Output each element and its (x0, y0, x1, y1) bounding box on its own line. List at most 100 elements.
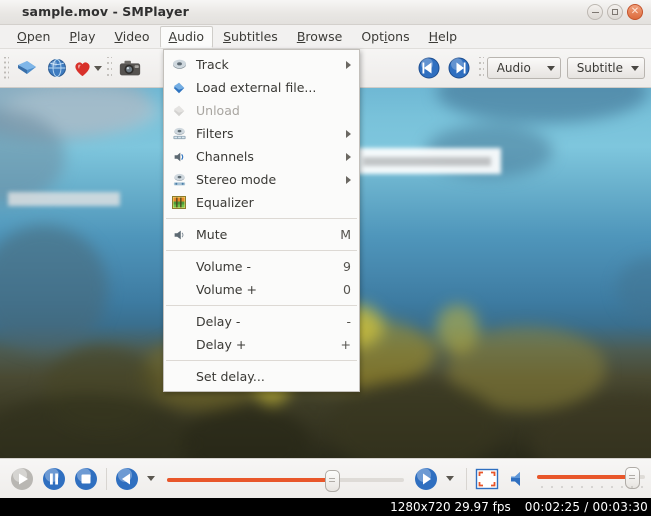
menu-item-label: Load external file... (196, 80, 317, 95)
menu-item-label: Filters (196, 126, 234, 141)
forward-icon (415, 467, 437, 490)
menu-item-label: Delay - (196, 314, 241, 329)
menu-open[interactable]: Open (8, 26, 59, 47)
previous-chapter-icon (418, 57, 440, 79)
rewind-button[interactable] (111, 463, 143, 495)
menu-item-filters[interactable]: Filters (164, 122, 359, 145)
seek-thumb[interactable] (324, 469, 340, 492)
next-chapter-icon (448, 57, 470, 79)
menu-separator (166, 305, 357, 306)
favorites-button[interactable] (72, 53, 102, 83)
next-chapter-button[interactable] (444, 53, 474, 83)
menu-item-delay-up[interactable]: Delay + + (164, 333, 359, 356)
menu-bar: Open Play Video Audio Subtitles Browse O… (0, 25, 651, 49)
menu-separator (166, 360, 357, 361)
menu-item-unload: Unload (164, 99, 359, 122)
minimize-button[interactable] (587, 4, 603, 20)
menu-item-accel: 9 (343, 259, 351, 274)
volume-ticks (537, 484, 645, 489)
menu-item-accel: M (340, 227, 351, 242)
no-icon (170, 282, 188, 298)
volume-slider[interactable] (535, 466, 647, 492)
menu-audio[interactable]: Audio (159, 25, 214, 48)
controls-separator-2 (466, 467, 467, 490)
chevron-down-icon (631, 65, 639, 71)
menu-item-label: Track (196, 57, 229, 72)
menu-item-mute[interactable]: Mute M (164, 223, 359, 246)
toolbar-separator-1 (105, 57, 112, 79)
menu-item-track[interactable]: Track (164, 53, 359, 76)
toolbar-drag-handle[interactable] (2, 57, 9, 79)
menu-help[interactable]: Help (420, 26, 467, 47)
no-icon (170, 337, 188, 353)
no-icon (170, 369, 188, 385)
no-icon (170, 259, 188, 275)
menu-item-label: Unload (196, 103, 240, 118)
fullscreen-icon (475, 468, 499, 489)
chevron-down-icon (546, 65, 555, 71)
smplayer-window: sample.mov - SMPlayer ✕ Open Play Video … (0, 0, 651, 516)
open-file-icon (18, 61, 36, 74)
previous-chapter-button[interactable] (414, 53, 444, 83)
menu-video[interactable]: Video (105, 26, 158, 47)
menu-item-equalizer[interactable]: Equalizer (164, 191, 359, 214)
menu-item-label: Volume - (196, 259, 251, 274)
menu-item-label: Stereo mode (196, 172, 277, 187)
toolbar-separator-2 (476, 57, 484, 79)
menu-item-label: Delay + (196, 337, 247, 352)
audio-menu-popup: Track Load external file... Unload Filte… (163, 49, 360, 392)
load-file-icon (170, 80, 188, 96)
menu-item-load-external-file[interactable]: Load external file... (164, 76, 359, 99)
window-title: sample.mov - SMPlayer (22, 4, 189, 19)
subtitle-track-combo[interactable]: Subtitle (566, 57, 645, 79)
filters-icon (170, 126, 188, 142)
menu-item-label: Channels (196, 149, 254, 164)
menu-item-set-delay[interactable]: Set delay... (164, 365, 359, 388)
submenu-arrow-icon (346, 60, 351, 69)
forward-dropdown-arrow[interactable] (446, 476, 454, 481)
play-button[interactable] (6, 463, 38, 495)
menu-item-accel: 0 (343, 282, 351, 297)
title-bar: sample.mov - SMPlayer ✕ (0, 0, 651, 25)
rewind-dropdown-arrow[interactable] (147, 476, 155, 481)
channels-submenu-popup[interactable] (357, 148, 501, 174)
open-url-button[interactable] (42, 53, 72, 83)
screenshot-button[interactable] (115, 53, 145, 83)
menu-item-label: Equalizer (196, 195, 254, 210)
favorites-dropdown-arrow[interactable] (94, 65, 102, 71)
channels-icon (170, 149, 188, 165)
menu-item-stereo-mode[interactable]: Stereo mode (164, 168, 359, 191)
open-file-button[interactable] (12, 53, 42, 83)
stop-button[interactable] (70, 463, 102, 495)
maximize-button[interactable] (607, 4, 623, 20)
audio-track-combo[interactable]: Audio (486, 57, 561, 79)
menu-item-channels[interactable]: Channels (164, 145, 359, 168)
playback-control-bar (0, 458, 651, 498)
menu-item-delay-down[interactable]: Delay - - (164, 310, 359, 333)
menu-item-volume-up[interactable]: Volume + 0 (164, 278, 359, 301)
speaker-icon (511, 471, 520, 486)
unload-icon (170, 103, 188, 119)
pause-icon (43, 467, 65, 490)
menu-play[interactable]: Play (60, 26, 104, 47)
redacted-submenu-text (363, 157, 491, 166)
equalizer-icon (170, 195, 188, 211)
fullscreen-button[interactable] (471, 463, 503, 495)
forward-button[interactable] (410, 463, 442, 495)
screenshot-camera-icon (119, 60, 141, 76)
menu-browse[interactable]: Browse (288, 26, 352, 47)
seek-slider[interactable] (167, 469, 404, 492)
mute-speaker-button[interactable] (503, 463, 535, 495)
favorites-heart-icon (75, 61, 90, 76)
redacted-video-overlay (8, 192, 120, 206)
close-button[interactable]: ✕ (627, 4, 643, 20)
menu-options[interactable]: Options (352, 26, 418, 47)
status-resolution-fps: 1280x720 29.97 fps (390, 500, 511, 514)
mute-icon (170, 227, 188, 243)
menu-item-accel: - (346, 314, 351, 329)
volume-progress-fill (537, 474, 631, 479)
menu-subtitles[interactable]: Subtitles (214, 26, 287, 47)
audio-combo-label: Audio (496, 61, 531, 75)
menu-item-volume-down[interactable]: Volume - 9 (164, 255, 359, 278)
pause-button[interactable] (38, 463, 70, 495)
